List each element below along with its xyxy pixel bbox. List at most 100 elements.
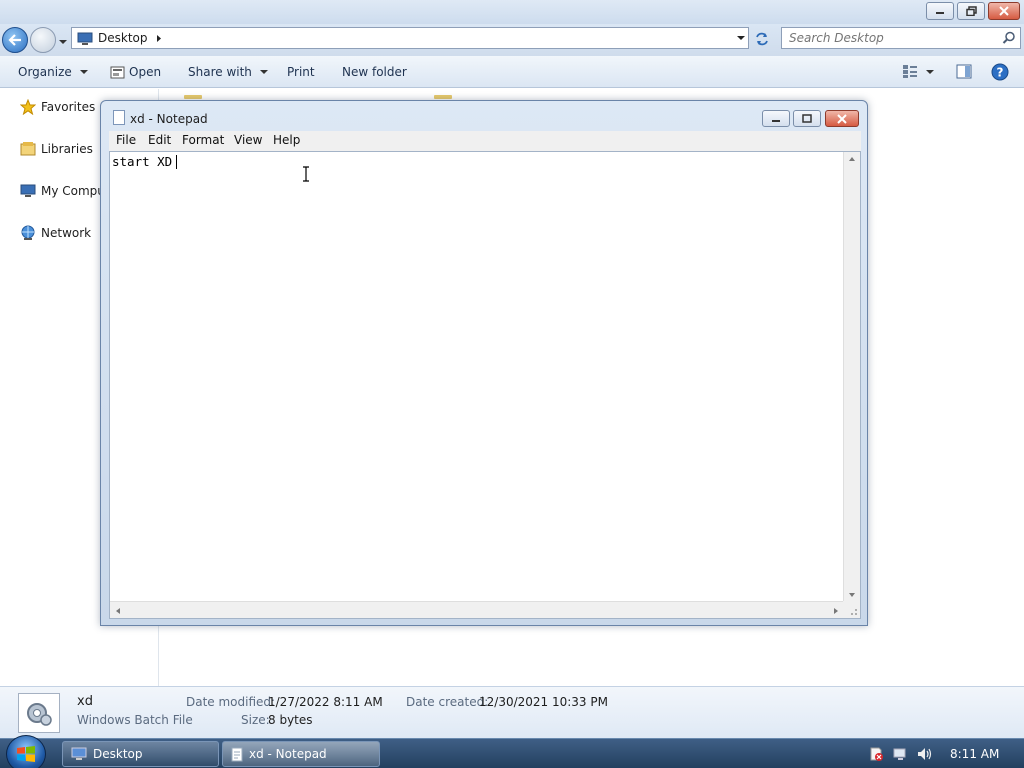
close-icon — [837, 113, 847, 124]
preview-pane-icon — [956, 64, 972, 79]
folder-icon[interactable] — [184, 95, 202, 99]
details-modified-value: 1/27/2022 8:11 AM — [268, 695, 383, 709]
minimize-icon — [936, 12, 944, 14]
details-size-label: Size: — [241, 713, 270, 727]
explorer-close-button[interactable] — [988, 2, 1020, 20]
notepad-minimize-button[interactable] — [762, 110, 790, 127]
windows-logo-icon — [17, 746, 35, 762]
refresh-icon — [756, 32, 768, 46]
notepad-maximize-button[interactable] — [793, 110, 821, 127]
menu-format[interactable]: Format — [182, 133, 224, 147]
nav-item-label: Favorites — [41, 100, 96, 114]
notepad-title: xd - Notepad — [130, 112, 208, 126]
scroll-up-icon[interactable] — [848, 156, 856, 162]
computer-icon — [77, 32, 93, 45]
horizontal-scrollbar[interactable] — [110, 601, 844, 618]
notepad-text-area[interactable]: start XD — [109, 151, 861, 619]
search-input[interactable] — [789, 31, 999, 45]
notepad-menubar: File Edit Format View Help — [109, 131, 861, 151]
notepad-content[interactable]: start XD — [112, 154, 172, 169]
computer-icon — [71, 747, 87, 760]
open-label: Open — [129, 65, 162, 79]
command-bar: Organize Open Share with Print New folde… — [0, 56, 1024, 88]
explorer-titlebar[interactable] — [0, 0, 1024, 24]
minimize-icon — [772, 119, 780, 122]
address-bar[interactable]: Desktop — [71, 27, 749, 49]
restore-icon — [965, 6, 977, 16]
recent-pages-button[interactable] — [58, 35, 68, 45]
taskbar-item-label: Desktop — [93, 747, 143, 761]
address-location[interactable]: Desktop — [98, 31, 148, 45]
resize-grip[interactable] — [843, 601, 860, 618]
network-icon — [21, 225, 35, 240]
chevron-down-icon — [79, 70, 88, 74]
scroll-down-icon[interactable] — [848, 592, 856, 598]
back-button[interactable] — [2, 27, 28, 53]
chevron-down-icon — [259, 70, 268, 74]
scroll-right-icon[interactable] — [833, 607, 839, 615]
start-button[interactable] — [6, 735, 46, 768]
explorer-restore-button[interactable] — [957, 2, 985, 20]
clock[interactable]: 8:11 AM — [950, 747, 999, 761]
taskbar-item-desktop[interactable]: Desktop — [62, 741, 219, 767]
taskbar: Desktop xd - Notepad 8:11 AM — [0, 735, 1024, 768]
details-pane: xd Windows Batch File Date modified: 1/2… — [0, 686, 1024, 738]
preview-pane-button[interactable] — [956, 64, 972, 79]
text-cursor-icon — [303, 166, 309, 182]
taskbar-item-label: xd - Notepad — [249, 747, 327, 761]
share-with-button[interactable]: Share with — [188, 65, 268, 79]
svg-text:?: ? — [997, 66, 1004, 80]
refresh-button[interactable] — [752, 30, 772, 48]
menu-edit[interactable]: Edit — [148, 133, 171, 147]
forward-button[interactable] — [30, 27, 56, 53]
computer-icon — [20, 184, 36, 197]
notepad-icon — [231, 747, 243, 761]
nav-item-label: Libraries — [41, 142, 93, 156]
nav-item-label: My Compu — [41, 184, 105, 198]
details-file-name: xd — [77, 694, 93, 709]
notepad-icon — [113, 110, 125, 125]
resize-grip-icon — [851, 609, 857, 615]
action-center-icon[interactable] — [868, 746, 884, 762]
views-icon — [903, 65, 917, 78]
new-folder-button[interactable]: New folder — [342, 65, 407, 79]
details-created-value: 12/30/2021 10:33 PM — [479, 695, 608, 709]
libraries-icon — [20, 142, 36, 156]
views-button[interactable] — [902, 64, 934, 79]
volume-icon[interactable] — [916, 746, 932, 762]
network-tray-icon[interactable] — [892, 746, 908, 762]
details-file-type: Windows Batch File — [77, 713, 193, 727]
menu-help[interactable]: Help — [273, 133, 300, 147]
details-size-value: 8 bytes — [268, 713, 313, 727]
vertical-scrollbar[interactable] — [843, 152, 860, 602]
explorer-minimize-button[interactable] — [926, 2, 954, 20]
print-button[interactable]: Print — [287, 65, 315, 79]
print-label: Print — [287, 65, 315, 79]
nav-item-label: Network — [41, 226, 92, 240]
star-icon — [20, 99, 36, 115]
open-button[interactable]: Open — [110, 65, 161, 79]
folder-icon[interactable] — [434, 95, 452, 99]
chevron-down-icon — [59, 40, 67, 44]
search-box[interactable] — [781, 27, 1021, 49]
address-row: Desktop — [0, 24, 1024, 56]
help-icon: ? — [991, 63, 1009, 81]
close-icon — [999, 6, 1009, 16]
open-icon — [110, 66, 125, 78]
search-icon[interactable] — [1002, 31, 1016, 45]
taskbar-item-notepad[interactable]: xd - Notepad — [222, 741, 380, 767]
organize-button[interactable]: Organize — [18, 65, 88, 79]
notepad-window[interactable]: xd - Notepad File Edit Format View Help … — [100, 100, 868, 626]
chevron-right-icon[interactable] — [156, 34, 162, 43]
share-with-label: Share with — [188, 65, 252, 79]
scroll-left-icon[interactable] — [115, 607, 121, 615]
menu-file[interactable]: File — [116, 133, 136, 147]
menu-view[interactable]: View — [234, 133, 262, 147]
chevron-down-icon — [926, 69, 934, 74]
notepad-close-button[interactable] — [825, 110, 859, 127]
help-button[interactable]: ? — [991, 63, 1009, 81]
system-tray — [862, 739, 1024, 768]
organize-label: Organize — [18, 65, 72, 79]
details-created-label: Date created: — [406, 695, 489, 709]
chevron-down-icon[interactable] — [736, 33, 746, 43]
